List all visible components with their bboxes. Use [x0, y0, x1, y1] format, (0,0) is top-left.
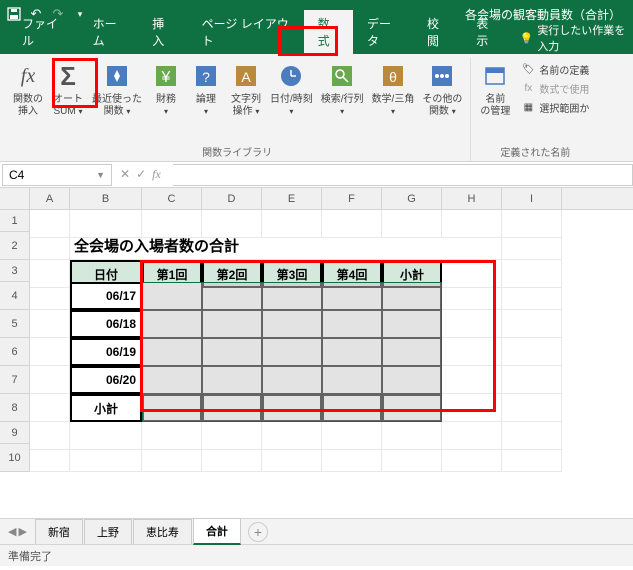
lookup-icon — [326, 60, 358, 92]
formula-input[interactable] — [173, 164, 633, 186]
row-header[interactable]: 7 — [0, 366, 30, 394]
sheet-nav: ◀ ▶ — [8, 525, 27, 538]
col-header[interactable]: I — [502, 188, 562, 209]
row-header[interactable]: 3 — [0, 260, 30, 282]
autosum-button[interactable]: Σ オート SUM ▾ — [48, 58, 88, 120]
table-row-head: 06/17 — [70, 282, 142, 310]
col-header[interactable]: D — [202, 188, 262, 209]
math-icon: θ — [377, 60, 409, 92]
create-from-selection-button[interactable]: ▦選択範囲か — [515, 98, 595, 117]
logical-icon: ? — [190, 60, 222, 92]
status-bar: 準備完了 — [0, 544, 633, 566]
sheet-tab[interactable]: 恵比寿 — [133, 519, 192, 544]
select-all-corner[interactable] — [0, 188, 30, 209]
formula-bar-buttons: ✕ ✓ fx — [112, 167, 173, 182]
table-row-head: 06/19 — [70, 338, 142, 366]
more-functions-button[interactable]: その他の 関数 ▾ — [418, 58, 466, 120]
tab-review[interactable]: 校閲 — [413, 10, 462, 54]
svg-text:θ: θ — [389, 69, 397, 85]
fx-icon: fx — [12, 60, 44, 92]
tell-me[interactable]: 💡 実行したい作業を入力 — [520, 22, 633, 54]
tab-data[interactable]: データ — [353, 10, 413, 54]
text-icon: A — [230, 60, 262, 92]
formula-bar: C4 ▼ ✕ ✓ fx — [0, 162, 633, 188]
name-manager-button[interactable]: 名前 の管理 — [475, 58, 515, 120]
chevron-down-icon[interactable]: ▼ — [96, 170, 105, 180]
row-header[interactable]: 4 — [0, 282, 30, 310]
enter-icon[interactable]: ✓ — [136, 167, 146, 182]
tab-view[interactable]: 表示 — [462, 10, 511, 54]
row-header[interactable]: 9 — [0, 422, 30, 444]
recent-functions-button[interactable]: 最近使った 関数 ▾ — [88, 58, 146, 120]
tab-formulas[interactable]: 数式 — [304, 10, 353, 54]
svg-text:¥: ¥ — [161, 69, 171, 86]
status-text: 準備完了 — [8, 548, 52, 564]
table-row-head: 小計 — [70, 394, 142, 422]
fx-small-icon: fx — [521, 82, 535, 96]
recent-icon — [101, 60, 133, 92]
svg-text:A: A — [241, 69, 251, 85]
redo-icon[interactable]: ↷ — [50, 6, 66, 22]
row-header[interactable]: 1 — [0, 210, 30, 232]
use-in-formula-button[interactable]: fx数式で使用 — [515, 79, 595, 98]
ribbon: fx 関数の 挿入 Σ オート SUM ▾ 最近使った 関数 ▾ ¥ 財務▾ ?… — [0, 54, 633, 162]
tab-home[interactable]: ホーム — [79, 10, 139, 54]
ribbon-group-label: 関数ライブラリ — [202, 142, 272, 161]
table-row-head: 06/20 — [70, 366, 142, 394]
tab-pagelayout[interactable]: ページ レイアウト — [188, 10, 304, 54]
lightbulb-icon: 💡 — [520, 32, 534, 45]
tab-insert[interactable]: 挿入 — [138, 10, 187, 54]
sheet-nav-prev[interactable]: ◀ — [8, 525, 16, 538]
text-button[interactable]: A 文字列 操作 ▾ — [226, 58, 266, 120]
row-header[interactable]: 5 — [0, 310, 30, 338]
tag-icon: 🏷 — [521, 63, 535, 77]
more-icon — [426, 60, 458, 92]
row-header[interactable]: 8 — [0, 394, 30, 422]
lookup-button[interactable]: 検索/行列▾ — [317, 58, 368, 120]
table-title: 全会場の入場者数の合計 — [70, 232, 442, 260]
sheet-tab-bar: ◀ ▶ 新宿 上野 恵比寿 合計 + — [0, 518, 633, 544]
insert-function-button[interactable]: fx 関数の 挿入 — [8, 58, 48, 120]
sheet-tab[interactable]: 合計 — [193, 518, 241, 545]
define-name-button[interactable]: 🏷名前の定義 — [515, 60, 595, 79]
col-header[interactable]: H — [442, 188, 502, 209]
row-header[interactable]: 6 — [0, 338, 30, 366]
col-header[interactable]: G — [382, 188, 442, 209]
sigma-icon: Σ — [52, 60, 84, 92]
ribbon-tabs: ファイル ホーム 挿入 ページ レイアウト 数式 データ 校閲 表示 💡 実行し… — [0, 28, 633, 54]
sheet-nav-next[interactable]: ▶ — [18, 525, 26, 538]
logical-button[interactable]: ? 論理▾ — [186, 58, 226, 120]
clock-icon — [275, 60, 307, 92]
math-button[interactable]: θ 数学/三角▾ — [368, 58, 419, 120]
cancel-icon[interactable]: ✕ — [120, 167, 130, 182]
col-header[interactable]: A — [30, 188, 70, 209]
datetime-button[interactable]: 日付/時刻▾ — [266, 58, 317, 120]
col-header[interactable]: C — [142, 188, 202, 209]
col-header[interactable]: E — [262, 188, 322, 209]
new-sheet-button[interactable]: + — [248, 522, 268, 542]
tab-file[interactable]: ファイル — [8, 10, 79, 54]
sheet-tab[interactable]: 新宿 — [35, 519, 83, 544]
row-header[interactable]: 2 — [0, 232, 30, 260]
sheet-tab[interactable]: 上野 — [84, 519, 132, 544]
name-manager-icon — [479, 60, 511, 92]
svg-text:?: ? — [202, 69, 210, 85]
selection-icon: ▦ — [521, 101, 535, 115]
col-header[interactable]: B — [70, 188, 142, 209]
fx-icon[interactable]: fx — [152, 167, 161, 182]
col-header[interactable]: F — [322, 188, 382, 209]
row-header[interactable]: 10 — [0, 444, 30, 472]
financial-icon: ¥ — [150, 60, 182, 92]
financial-button[interactable]: ¥ 財務▾ — [146, 58, 186, 120]
name-box[interactable]: C4 ▼ — [2, 164, 112, 186]
table-row-head: 06/18 — [70, 310, 142, 338]
ribbon-group-label-2: 定義された名前 — [500, 142, 570, 161]
worksheet-grid[interactable]: A B C D E F G H I 1 2 3 4 5 6 7 8 9 10 全… — [0, 188, 633, 518]
